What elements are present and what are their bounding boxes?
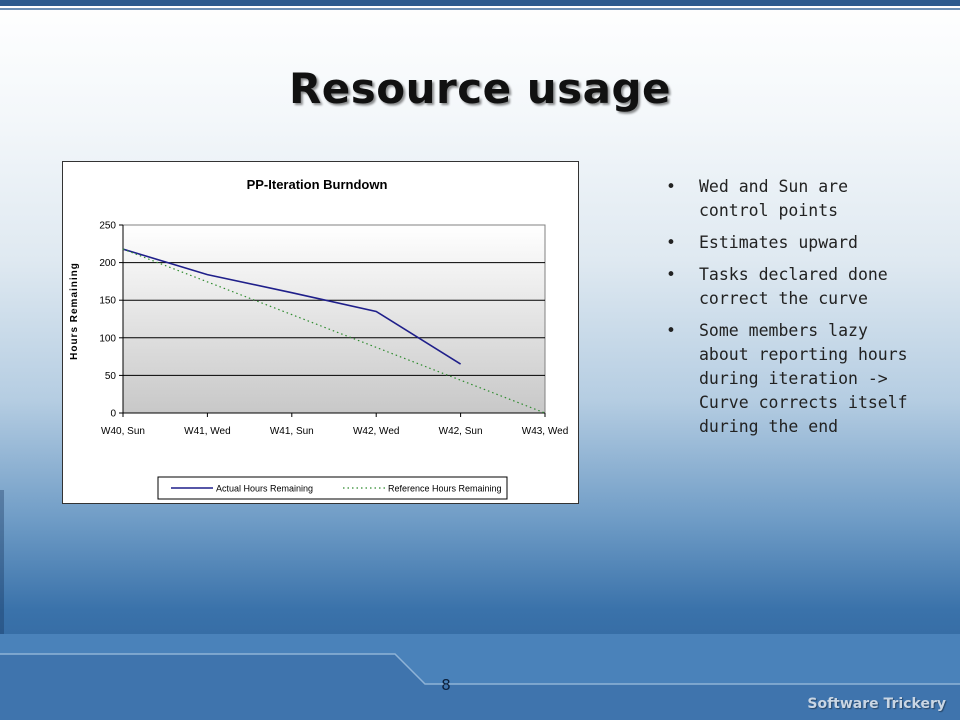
- y-tick-label: 100: [99, 333, 116, 344]
- top-accent-line: [0, 8, 960, 10]
- y-tick-label: 150: [99, 296, 116, 307]
- bullet-text: Tasks declared done correct the curve: [699, 265, 888, 308]
- page-number: 8: [441, 676, 451, 694]
- bullet-list: • Wed and Sun are control points • Estimat…: [663, 175, 913, 447]
- bullet-text: Estimates upward: [699, 233, 858, 252]
- x-tick-label: W43, Wed: [522, 426, 569, 437]
- bullet-text: Some members lazy about reporting hours …: [699, 321, 908, 436]
- slide-title: Resource usage: [288, 64, 672, 113]
- bullet-item: • Some members lazy about reporting hours…: [663, 319, 913, 439]
- chart-title: PP-Iteration Burndown: [247, 177, 388, 192]
- x-tick-label: W42, Sun: [439, 426, 483, 437]
- bullet-dot: •: [666, 265, 676, 284]
- legend-label: Reference Hours Remaining: [388, 484, 502, 494]
- plot-area: [122, 224, 546, 414]
- y-tick-label: 250: [99, 221, 116, 232]
- x-tick-label: W40, Sun: [101, 426, 145, 437]
- x-tick-label: W42, Wed: [353, 426, 400, 437]
- y-tick-label: 50: [105, 371, 117, 382]
- burndown-chart: PP-Iteration Burndown Hours Remaining 0 5…: [69, 177, 569, 500]
- bullet-dot: •: [666, 233, 676, 252]
- y-axis-label: Hours Remaining: [69, 262, 80, 360]
- bullet-text: Wed and Sun are control points: [699, 177, 849, 220]
- x-tick-label: W41, Wed: [184, 426, 231, 437]
- bullet-item: • Wed and Sun are control points: [663, 175, 913, 223]
- x-tick-label: W41, Sun: [270, 426, 314, 437]
- brand-logo-text: Software Trickery: [807, 696, 946, 712]
- y-tick-label: 0: [110, 409, 116, 420]
- slide-background: Resource usage PP-Iteration Burndown Hou…: [0, 0, 960, 720]
- bullet-item: • Estimates upward: [663, 231, 913, 255]
- legend: Actual Hours Remaining Reference Hours Re…: [157, 476, 508, 500]
- chart-frame: PP-Iteration Burndown Hours Remaining 0 5…: [62, 161, 579, 504]
- legend-label: Actual Hours Remaining: [216, 484, 313, 494]
- top-accent-bar: [0, 0, 960, 6]
- bullet-dot: •: [666, 321, 676, 340]
- y-tick-label: 200: [99, 258, 116, 269]
- bullet-item: • Tasks declared done correct the curve: [663, 263, 913, 311]
- left-edge-decoration: [0, 490, 4, 640]
- bullet-dot: •: [666, 177, 676, 196]
